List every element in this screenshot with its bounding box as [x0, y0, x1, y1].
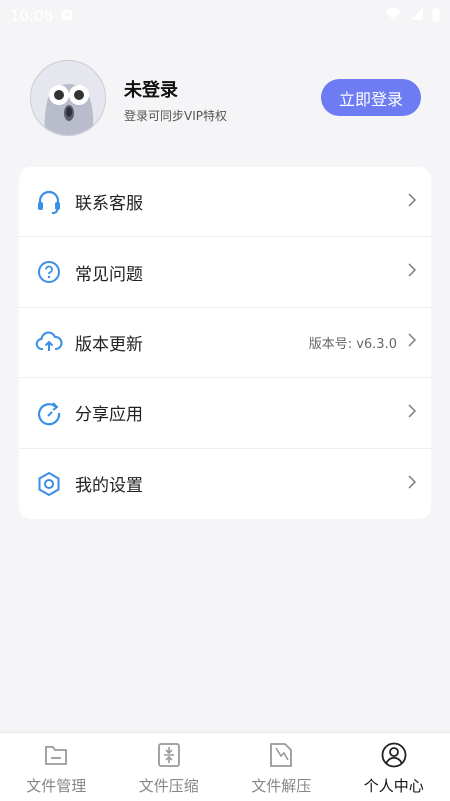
wifi-icon — [384, 7, 402, 25]
share-refresh-icon — [35, 399, 63, 427]
chevron-right-icon — [407, 192, 417, 212]
tab-label: 文件解压 — [251, 777, 312, 795]
status-bar: 10:08 — [0, 0, 450, 32]
folder-icon — [42, 741, 70, 769]
menu-item-customer-service[interactable]: 联系客服 — [19, 167, 431, 238]
chevron-right-icon — [407, 474, 417, 494]
user-circle-icon — [380, 741, 408, 769]
notification-icon — [61, 7, 73, 25]
tab-personal-center[interactable]: 个人中心 — [338, 733, 450, 801]
menu-item-label: 分享应用 — [75, 405, 143, 426]
menu-item-label: 联系客服 — [75, 194, 143, 215]
avatar[interactable] — [30, 60, 106, 136]
tab-label: 文件压缩 — [138, 777, 199, 795]
owl-avatar-icon — [31, 61, 105, 135]
battery-icon — [432, 7, 440, 26]
signal-icon — [410, 7, 424, 25]
headset-icon — [35, 188, 63, 216]
version-number: 版本号: v6.3.0 — [308, 336, 397, 352]
settings-menu: 联系客服 常见问题 版本更新 版本号: v6.3.0 分享应用 我的设置 — [19, 167, 431, 519]
status-right — [384, 7, 440, 26]
tab-file-extract[interactable]: 文件解压 — [225, 733, 338, 801]
tab-file-manager[interactable]: 文件管理 — [0, 733, 113, 801]
menu-item-label: 常见问题 — [75, 264, 143, 285]
compress-icon — [155, 741, 183, 769]
status-time: 10:08 — [10, 7, 54, 25]
menu-item-faq[interactable]: 常见问题 — [19, 237, 431, 308]
cloud-upload-icon — [35, 328, 63, 356]
chevron-right-icon — [407, 262, 417, 282]
chevron-right-icon — [407, 332, 417, 352]
tab-file-compress[interactable]: 文件压缩 — [113, 733, 226, 801]
chevron-right-icon — [407, 403, 417, 423]
profile-header: 未登录 登录可同步VIP特权 立即登录 — [30, 60, 421, 136]
bottom-tab-bar: 文件管理 文件压缩 文件解压 个人中心 — [0, 732, 450, 801]
status-left: 10:08 — [10, 7, 73, 25]
tab-label: 文件管理 — [26, 777, 87, 795]
user-name: 未登录 — [124, 80, 178, 101]
login-button[interactable]: 立即登录 — [321, 79, 421, 116]
user-subtitle: 登录可同步VIP特权 — [124, 109, 227, 123]
menu-item-share-app[interactable]: 分享应用 — [19, 378, 431, 449]
settings-hex-icon — [35, 470, 63, 498]
menu-item-label: 我的设置 — [75, 476, 143, 497]
menu-item-my-settings[interactable]: 我的设置 — [19, 449, 431, 519]
menu-item-version-update[interactable]: 版本更新 版本号: v6.3.0 — [19, 308, 431, 379]
menu-item-label: 版本更新 — [75, 334, 143, 355]
extract-icon — [267, 741, 295, 769]
tab-label: 个人中心 — [363, 777, 424, 795]
question-icon — [35, 258, 63, 286]
